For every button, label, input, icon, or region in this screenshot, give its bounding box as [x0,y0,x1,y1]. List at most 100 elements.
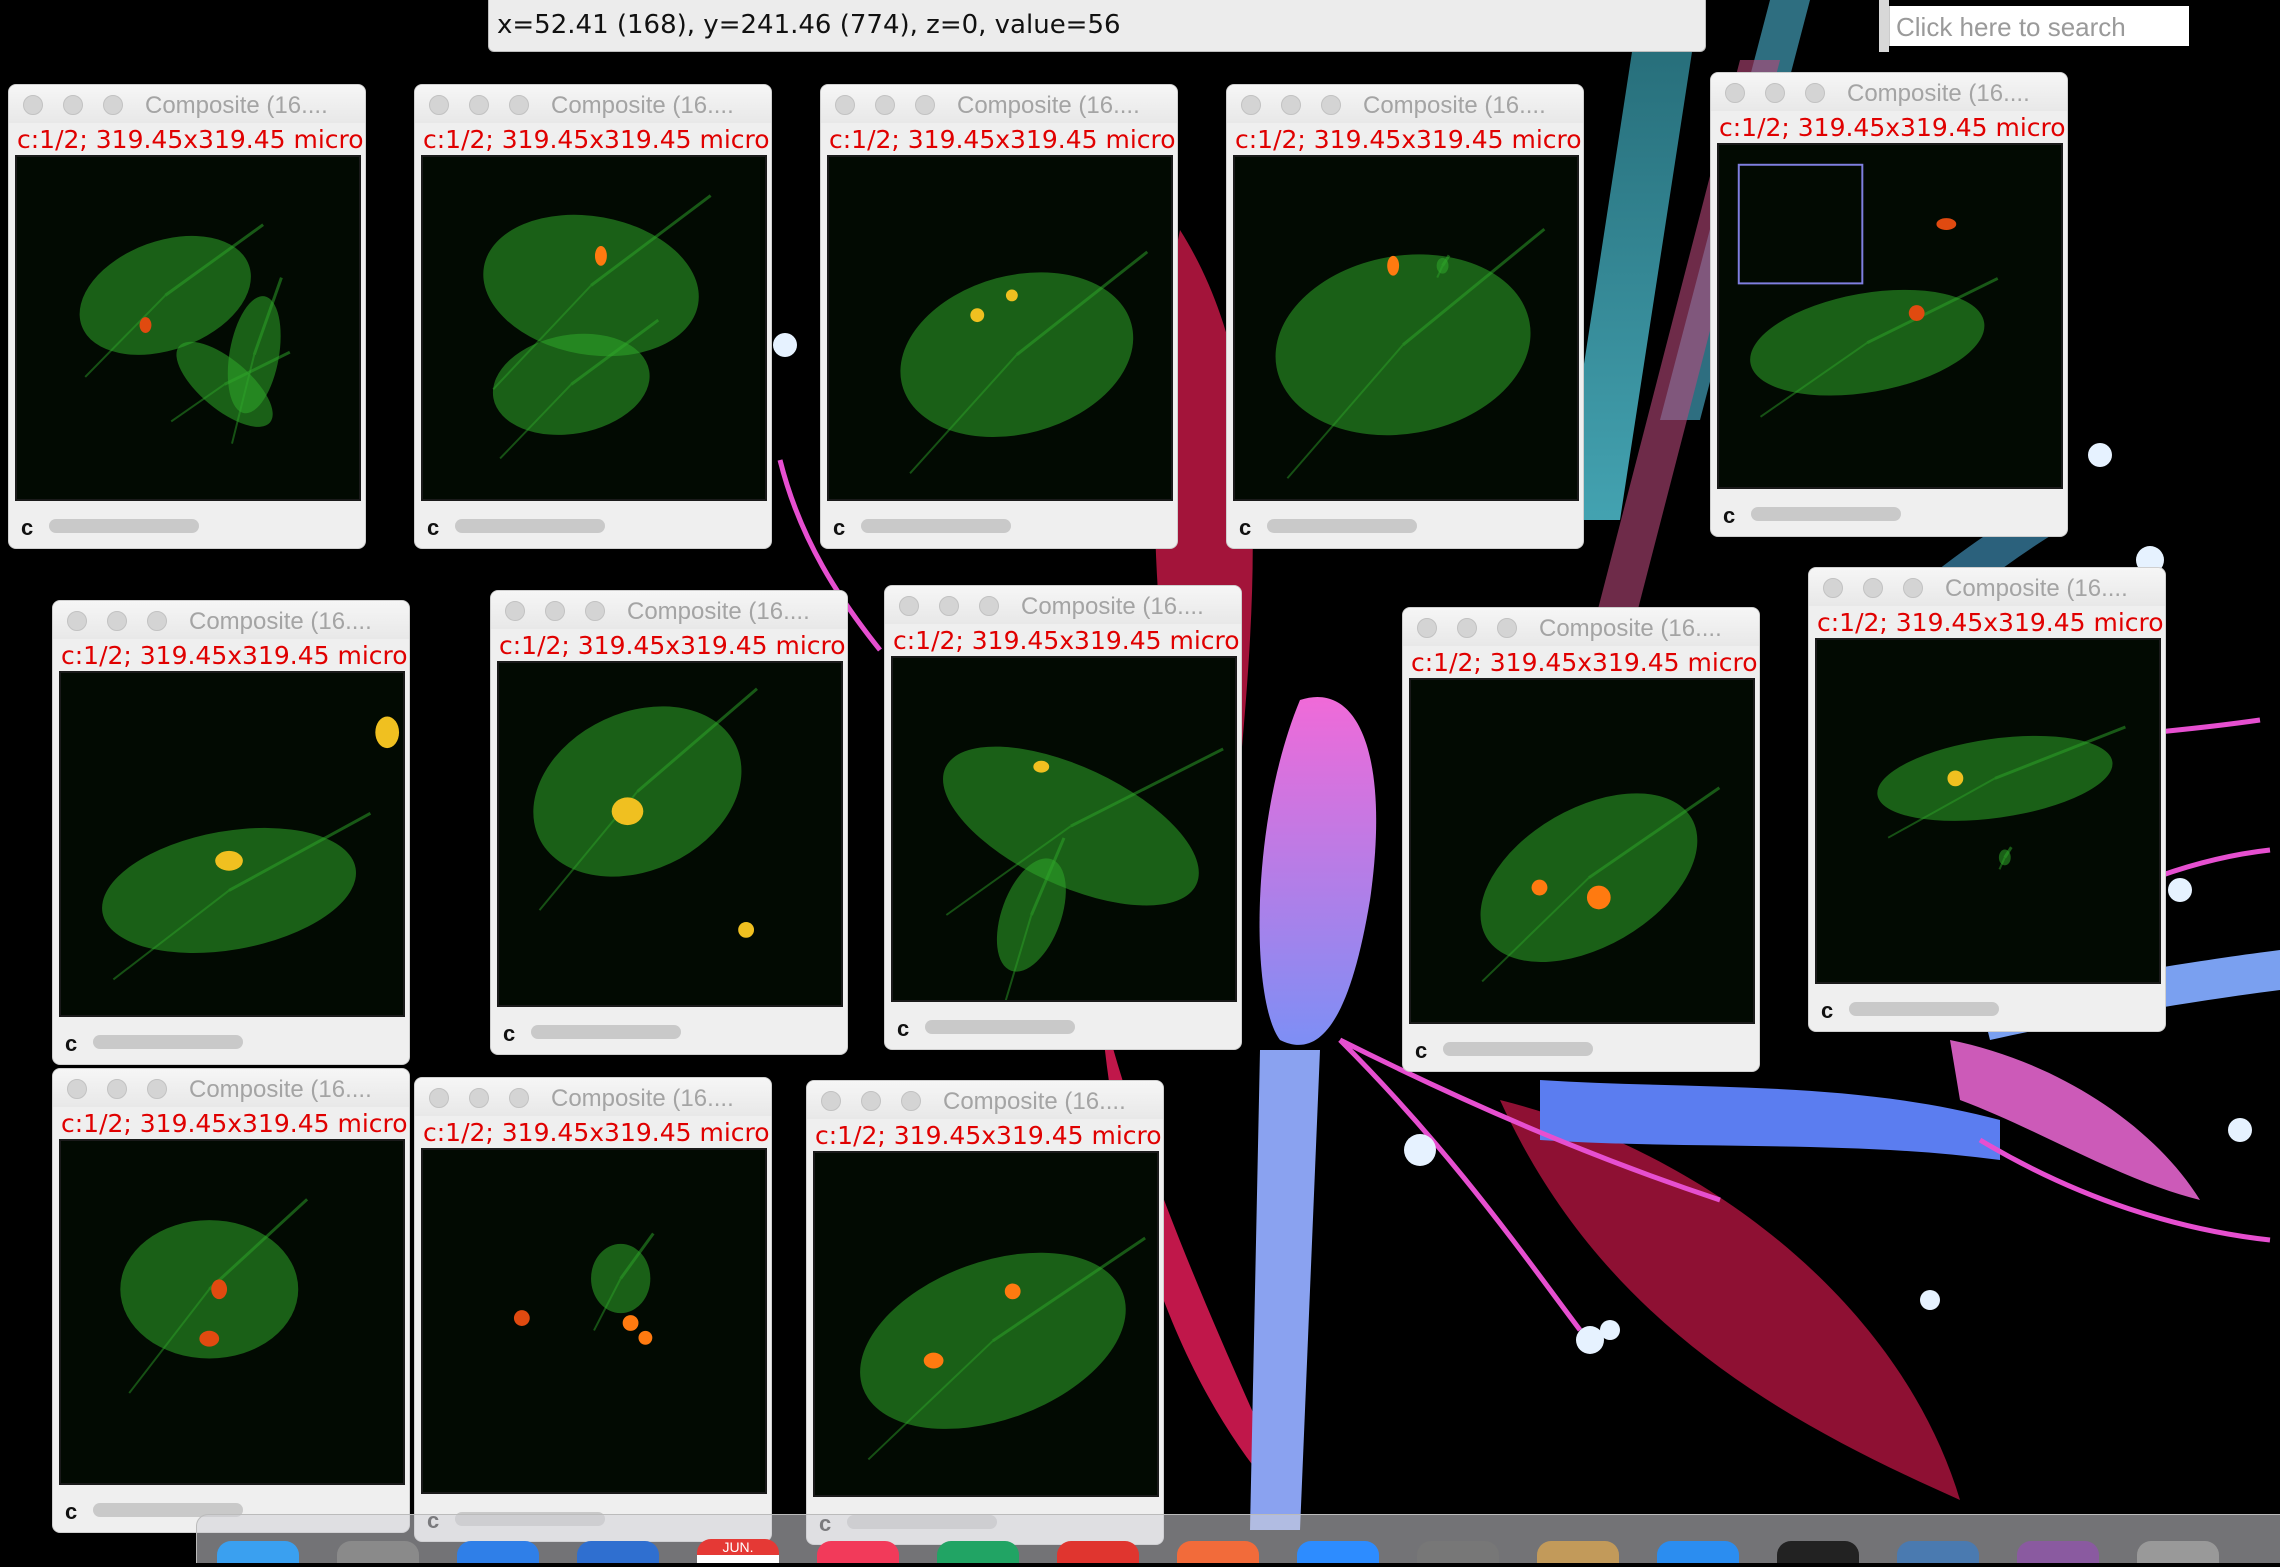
zoom-button[interactable] [1497,618,1517,638]
window-titlebar[interactable]: Composite (16.... [1227,85,1583,123]
minimize-button[interactable] [861,1091,881,1111]
image-canvas[interactable] [891,656,1237,1002]
channel-slider[interactable] [1751,505,2051,523]
channel-slider[interactable] [861,517,1161,535]
close-button[interactable] [23,95,43,115]
close-button[interactable] [1241,95,1261,115]
minimize-button[interactable] [545,601,565,621]
close-button[interactable] [505,601,525,621]
window-icon[interactable] [1897,1541,1979,1563]
close-button[interactable] [429,95,449,115]
zoom-button[interactable] [979,596,999,616]
image-canvas[interactable] [1815,638,2161,984]
image-canvas[interactable] [1717,143,2063,489]
minimize-button[interactable] [469,95,489,115]
image-window[interactable]: Composite (16.... c:1/2; 319.45x319.45 m… [52,600,410,1065]
photo-icon[interactable] [2017,1541,2099,1563]
finder-icon[interactable] [217,1541,299,1563]
window-titlebar[interactable]: Composite (16.... [1809,568,2165,606]
image-canvas[interactable] [813,1151,1159,1497]
slider-thumb[interactable] [1849,1002,1999,1016]
launchpad-icon[interactable] [337,1541,419,1563]
slider-thumb[interactable] [925,1020,1075,1034]
image-canvas[interactable] [421,1148,767,1494]
minimize-button[interactable] [1457,618,1477,638]
close-button[interactable] [1417,618,1437,638]
close-button[interactable] [67,1079,87,1099]
zoom-button[interactable] [901,1091,921,1111]
zoom-button[interactable] [1903,578,1923,598]
slider-thumb[interactable] [861,519,1011,533]
minimize-button[interactable] [1281,95,1301,115]
safari-icon[interactable] [457,1541,539,1563]
zoom-button[interactable] [103,95,123,115]
zoom-button[interactable] [585,601,605,621]
image-canvas[interactable] [59,1139,405,1485]
minimize-button[interactable] [875,95,895,115]
slider-thumb[interactable] [1751,507,1901,521]
window-titlebar[interactable]: Composite (16.... [491,591,847,629]
slider-thumb[interactable] [1267,519,1417,533]
close-button[interactable] [1725,83,1745,103]
close-button[interactable] [899,596,919,616]
image-canvas[interactable] [827,155,1173,501]
slider-thumb[interactable] [49,519,199,533]
slider-thumb[interactable] [455,519,605,533]
window-titlebar[interactable]: Composite (16.... [53,1069,409,1107]
music-icon[interactable] [817,1541,899,1563]
image-canvas[interactable] [59,671,405,1017]
sheets-icon[interactable] [937,1541,1019,1563]
minimize-button[interactable] [939,596,959,616]
channel-slider[interactable] [531,1023,831,1041]
window-titlebar[interactable]: Composite (16.... [53,601,409,639]
window-titlebar[interactable]: Composite (16.... [1403,608,1759,646]
minimize-button[interactable] [107,1079,127,1099]
image-window[interactable]: Composite (16.... c:1/2; 319.45x319.45 m… [1402,607,1760,1072]
image-window[interactable]: Composite (16.... c:1/2; 319.45x319.45 m… [884,585,1242,1050]
minimize-button[interactable] [1863,578,1883,598]
image-canvas[interactable] [1233,155,1579,501]
zoom-button[interactable] [509,95,529,115]
image-window[interactable]: Composite (16.... c:1/2; 319.45x319.45 m… [8,84,366,549]
calendar-icon[interactable]: JUN. [697,1539,779,1563]
window-titlebar[interactable]: Composite (16.... [415,1078,771,1116]
slider-thumb[interactable] [93,1035,243,1049]
minimize-button[interactable] [469,1088,489,1108]
zoom-button[interactable] [509,1088,529,1108]
close-button[interactable] [835,95,855,115]
channel-slider[interactable] [49,517,349,535]
image-window[interactable]: Composite (16.... c:1/2; 319.45x319.45 m… [414,84,772,549]
search-field[interactable]: Click here to search [1889,6,2189,46]
zoom-icon[interactable] [1297,1541,1379,1563]
channel-slider[interactable] [925,1018,1225,1036]
image-canvas[interactable] [421,155,767,501]
image-canvas[interactable] [15,155,361,501]
image-window[interactable]: Composite (16.... c:1/2; 319.45x319.45 m… [490,590,848,1055]
image-window[interactable]: Composite (16.... c:1/2; 319.45x319.45 m… [52,1068,410,1533]
image-canvas[interactable] [1409,678,1755,1024]
downloads-icon[interactable] [1417,1541,1499,1563]
image-window[interactable]: Composite (16.... c:1/2; 319.45x319.45 m… [1226,84,1584,549]
zoom-button[interactable] [1805,83,1825,103]
close-button[interactable] [67,611,87,631]
close-button[interactable] [429,1088,449,1108]
app-orange-icon[interactable] [1177,1541,1259,1563]
zoom-button[interactable] [147,1079,167,1099]
close-button[interactable] [1823,578,1843,598]
channel-slider[interactable] [1443,1040,1743,1058]
channel-slider[interactable] [455,517,755,535]
zoom-button[interactable] [147,611,167,631]
trash-icon[interactable] [2137,1541,2219,1563]
app-red-icon[interactable] [1057,1541,1139,1563]
preview-icon[interactable] [1537,1541,1619,1563]
image-window[interactable]: Composite (16.... c:1/2; 319.45x319.45 m… [1808,567,2166,1032]
minimize-button[interactable] [63,95,83,115]
close-button[interactable] [821,1091,841,1111]
window-titlebar[interactable]: Composite (16.... [9,85,365,123]
channel-slider[interactable] [1849,1000,2149,1018]
channel-slider[interactable] [93,1033,393,1051]
window-titlebar[interactable]: Composite (16.... [885,586,1241,624]
minimize-button[interactable] [107,611,127,631]
image-window[interactable]: Composite (16.... c:1/2; 319.45x319.45 m… [806,1080,1164,1545]
image-canvas[interactable] [497,661,843,1007]
